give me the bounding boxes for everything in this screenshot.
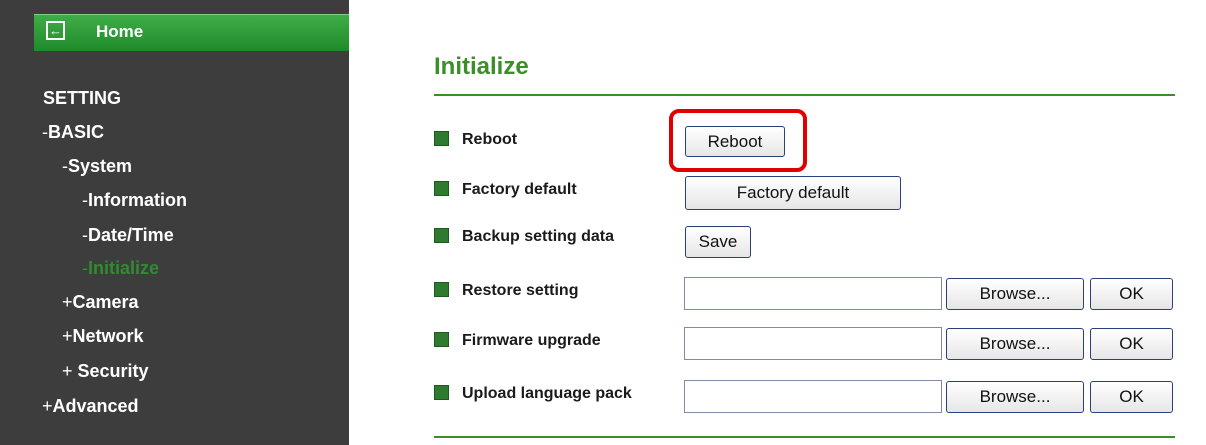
sidebar-item-system[interactable]: -System (62, 156, 132, 177)
expand-marker: + (62, 326, 73, 346)
sidebar-item-label: Advanced (52, 396, 139, 416)
highlight-box (669, 109, 807, 172)
factory-default-button[interactable]: Factory default (685, 176, 901, 210)
save-button[interactable]: Save (685, 226, 751, 258)
arrow-left-icon: ← (46, 21, 65, 40)
label-text: Restore setting (462, 282, 579, 299)
sidebar-item-label: System (68, 156, 133, 176)
sidebar-item-label: Camera (72, 292, 139, 312)
sidebar-item-basic[interactable]: -BASIC (42, 122, 104, 143)
backup-setting-row-label: Backup setting data (434, 228, 614, 248)
language-ok-button[interactable]: OK (1090, 381, 1173, 413)
restore-setting-row-label: Restore setting (434, 282, 578, 302)
label-text: Firmware upgrade (462, 332, 601, 349)
sidebar: ← Home SETTING -BASIC -System -Informati… (0, 0, 349, 445)
sidebar-item-security[interactable]: + Security (62, 361, 149, 382)
sidebar-item-initialize[interactable]: -Initialize (82, 258, 159, 279)
sidebar-item-label: Date/Time (88, 225, 174, 245)
firmware-upgrade-row-label: Firmware upgrade (434, 332, 601, 352)
bottom-divider (434, 436, 1175, 438)
firmware-file-input[interactable] (684, 327, 942, 360)
page-title: Initialize (434, 53, 529, 80)
green-square-icon (434, 385, 449, 400)
sidebar-item-network[interactable]: +Network (62, 326, 144, 347)
expand-marker: + (62, 361, 73, 381)
sidebar-item-camera[interactable]: +Camera (62, 292, 139, 313)
restore-browse-button[interactable]: Browse... (946, 278, 1084, 310)
green-square-icon (434, 332, 449, 347)
sidebar-item-information[interactable]: -Information (82, 190, 187, 211)
sidebar-heading-setting: SETTING (43, 88, 122, 108)
language-file-input[interactable] (684, 380, 942, 413)
sidebar-item-label: Initialize (88, 258, 160, 278)
restore-file-input[interactable] (684, 277, 942, 310)
sidebar-item-label: Information (88, 190, 187, 210)
home-label: Home (96, 22, 144, 41)
label-text: Backup setting data (462, 228, 615, 245)
firmware-browse-button[interactable]: Browse... (946, 328, 1084, 360)
expand-marker: + (62, 292, 73, 312)
sidebar-item-advanced[interactable]: +Advanced (42, 396, 139, 417)
reboot-row-label: Reboot (434, 131, 517, 151)
upload-language-pack-row-label: Upload language pack (434, 385, 632, 405)
sidebar-item-date-time[interactable]: -Date/Time (82, 225, 174, 246)
restore-ok-button[interactable]: OK (1090, 278, 1173, 310)
sidebar-item-label: BASIC (48, 122, 105, 142)
label-text: Upload language pack (462, 385, 632, 402)
label-text: Factory default (462, 181, 577, 198)
green-square-icon (434, 181, 449, 196)
language-browse-button[interactable]: Browse... (946, 381, 1084, 413)
home-link[interactable]: ← Home (34, 14, 349, 51)
green-square-icon (434, 131, 449, 146)
label-text: Reboot (462, 131, 518, 148)
expand-marker: + (42, 396, 53, 416)
sidebar-item-label: Network (72, 326, 144, 346)
sidebar-item-label: Security (72, 361, 149, 381)
title-divider (434, 94, 1175, 96)
firmware-ok-button[interactable]: OK (1090, 328, 1173, 360)
green-square-icon (434, 228, 449, 243)
factory-default-row-label: Factory default (434, 181, 577, 201)
green-square-icon (434, 282, 449, 297)
